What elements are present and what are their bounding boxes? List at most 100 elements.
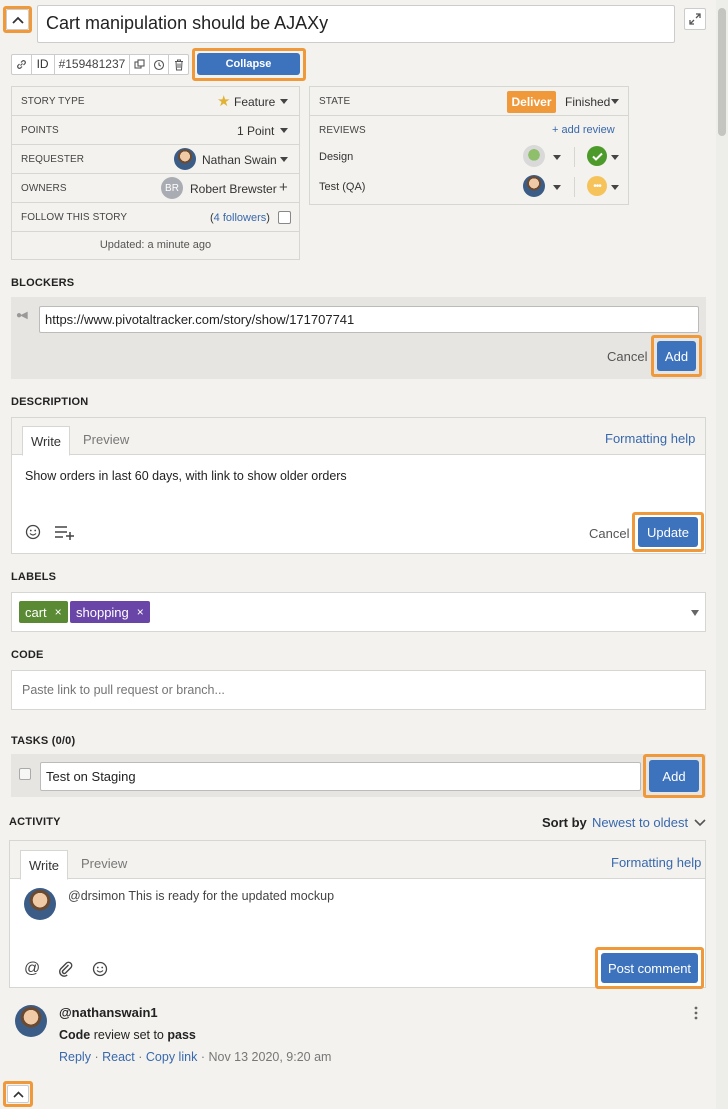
maximize-button[interactable]	[684, 8, 706, 30]
chevron-down-icon[interactable]	[553, 155, 561, 160]
design-reviewer-avatar[interactable]	[523, 145, 545, 167]
sort-dropdown[interactable]: Newest to oldest	[592, 815, 688, 830]
description-text[interactable]: Show orders in last 60 days, with link t…	[25, 469, 347, 483]
attachment-icon[interactable]	[58, 961, 74, 981]
commenter-avatar	[24, 888, 56, 920]
description-title: DESCRIPTION	[11, 396, 89, 408]
comment-text[interactable]: @drsimon This is ready for the updated m…	[68, 889, 334, 903]
remove-label-icon[interactable]: ×	[55, 605, 62, 619]
code-title: CODE	[11, 649, 44, 661]
task-checkbox[interactable]	[19, 768, 31, 780]
update-button[interactable]: Update	[638, 517, 698, 547]
comment-formatting-help-link[interactable]: Formatting help	[611, 855, 701, 870]
owner-avatar: BR	[161, 177, 183, 199]
reply-link[interactable]: Reply	[59, 1050, 91, 1064]
scrollbar-track[interactable]	[716, 0, 728, 1109]
task-input[interactable]: Test on Staging	[40, 762, 641, 791]
story-type-label: STORY TYPE	[21, 96, 85, 107]
sort-label: Sort by	[542, 815, 587, 830]
state-label: STATE	[319, 96, 351, 107]
chevron-down-icon[interactable]	[694, 816, 706, 830]
follow-row[interactable]: FOLLOW THIS STORY (4 followers)	[12, 203, 299, 232]
description-cancel-button[interactable]: Cancel	[589, 526, 629, 541]
activity-actions: Reply · React · Copy link · Nov 13 2020,…	[59, 1050, 332, 1064]
story-title-input[interactable]: Cart manipulation should be AJAXy	[37, 5, 675, 43]
history-icon[interactable]	[150, 55, 170, 74]
chevron-down-icon[interactable]	[280, 99, 288, 104]
remove-label-icon[interactable]: ×	[137, 605, 144, 619]
clone-icon[interactable]	[130, 55, 150, 74]
activity-timestamp: Nov 13 2020, 9:20 am	[208, 1050, 332, 1064]
labels-dropdown-icon[interactable]	[691, 610, 699, 616]
comment-tab-write[interactable]: Write	[20, 850, 68, 880]
add-review-link[interactable]: + add review	[552, 124, 615, 136]
add-owner-icon[interactable]: +	[279, 179, 288, 196]
copy-link[interactable]: Copy link	[146, 1050, 197, 1064]
review-divider	[574, 147, 575, 167]
label-chip-shopping[interactable]: shopping ×	[70, 601, 150, 623]
formatting-help-link[interactable]: Formatting help	[605, 431, 695, 446]
blocker-add-button[interactable]: Add	[657, 341, 696, 371]
id-toolbar: ID #159481237	[11, 54, 189, 75]
comment-emoji-icon[interactable]	[92, 961, 108, 980]
state-value[interactable]: Finished	[565, 95, 610, 109]
add-task-list-icon[interactable]	[54, 524, 76, 543]
bottom-collapse-button[interactable]	[7, 1085, 29, 1103]
link-icon[interactable]	[12, 55, 32, 74]
mention-icon[interactable]: @	[24, 960, 40, 978]
scrollbar-thumb[interactable]	[718, 8, 726, 136]
story-type-value[interactable]: Feature	[234, 95, 275, 109]
expand-icon	[689, 13, 701, 25]
description-editor: Write Preview Formatting help Show order…	[11, 417, 706, 554]
owners-row[interactable]: OWNERS BR Robert Brewster +	[12, 174, 299, 203]
requester-value[interactable]: Nathan Swain	[202, 153, 277, 167]
follow-checkbox[interactable]	[278, 211, 291, 224]
react-link[interactable]: React	[102, 1050, 135, 1064]
chevron-down-icon[interactable]	[611, 185, 619, 190]
label-chip-cart[interactable]: cart ×	[19, 601, 68, 623]
labels-title: LABELS	[11, 571, 57, 583]
followers-link[interactable]: 4 followers	[214, 212, 267, 224]
tasks-title: TASKS (0/0)	[11, 735, 76, 747]
chevron-up-icon	[11, 16, 24, 24]
tab-preview[interactable]: Preview	[83, 432, 129, 447]
points-value[interactable]: 1 Point	[237, 124, 274, 138]
chevron-down-icon[interactable]	[280, 157, 288, 162]
qa-reviewer-avatar[interactable]	[523, 175, 545, 197]
id-label: ID	[32, 55, 55, 74]
story-details-panel: STORY TYPE ★ Feature POINTS 1 Point REQU…	[11, 86, 300, 260]
updated-text: Updated: a minute ago	[99, 239, 212, 251]
review-pending-icon[interactable]: •••	[587, 176, 607, 196]
tab-write[interactable]: Write	[22, 426, 70, 456]
deliver-button[interactable]: Deliver	[507, 91, 556, 113]
blocker-cancel-button[interactable]: Cancel	[607, 349, 647, 364]
collapse-button[interactable]: Collapse	[197, 53, 300, 75]
chevron-down-icon[interactable]	[611, 99, 619, 104]
review-name-design: Design	[319, 151, 354, 163]
post-comment-button[interactable]: Post comment	[601, 953, 698, 983]
collapse-chevron-button[interactable]	[6, 9, 29, 30]
trash-icon[interactable]	[169, 55, 188, 74]
review-name-qa: Test (QA)	[319, 181, 366, 193]
code-link-input[interactable]	[11, 670, 706, 710]
review-pass-icon[interactable]	[587, 146, 607, 166]
points-row[interactable]: POINTS 1 Point	[12, 116, 299, 145]
labels-field[interactable]: cart × shopping ×	[11, 592, 706, 632]
owners-value[interactable]: Robert Brewster	[190, 182, 277, 196]
requester-avatar	[174, 148, 196, 170]
activity-text: Code review set to pass	[59, 1028, 196, 1042]
story-type-row[interactable]: STORY TYPE ★ Feature	[12, 87, 299, 116]
comment-tab-preview[interactable]: Preview	[81, 856, 127, 871]
chevron-down-icon[interactable]	[280, 128, 288, 133]
chevron-down-icon[interactable]	[553, 185, 561, 190]
chevron-down-icon[interactable]	[611, 155, 619, 160]
reviews-label: REVIEWS	[319, 125, 366, 136]
id-value[interactable]: #159481237	[55, 55, 131, 74]
requester-row[interactable]: REQUESTER Nathan Swain	[12, 145, 299, 174]
activity-username[interactable]: @nathanswain1	[59, 1005, 158, 1020]
blockers-title: BLOCKERS	[11, 277, 75, 289]
task-add-button[interactable]: Add	[649, 760, 699, 792]
blocker-input[interactable]: https://www.pivotaltracker.com/story/sho…	[39, 306, 699, 333]
emoji-icon[interactable]	[25, 524, 41, 543]
activity-more-icon[interactable]	[694, 1006, 698, 1023]
